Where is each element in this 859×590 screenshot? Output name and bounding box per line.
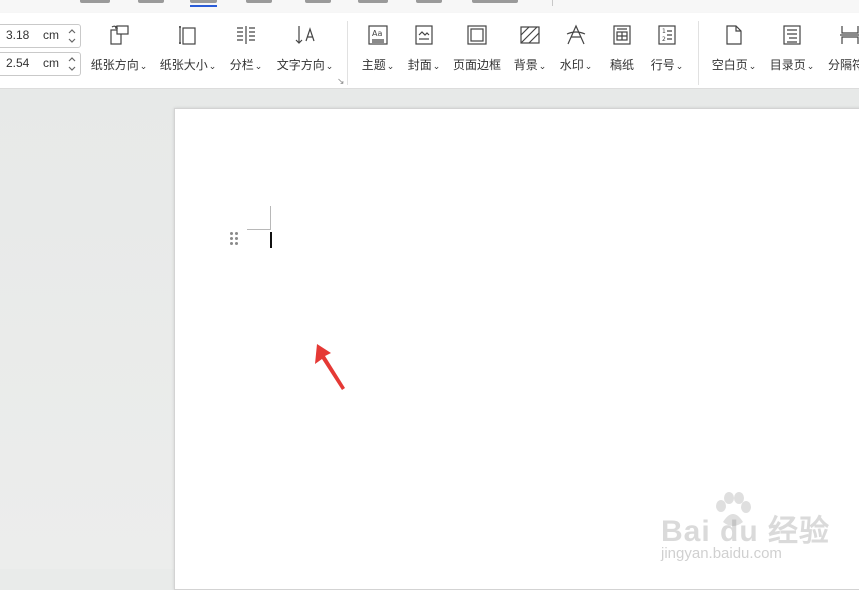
chevron-down-icon: ⌄: [675, 61, 684, 71]
chevron-down-icon: ⌄: [806, 61, 815, 71]
top-margin-field[interactable]: 3.18 cm: [0, 24, 81, 48]
spinner-icon[interactable]: [66, 26, 78, 46]
menu-tab[interactable]: [358, 0, 388, 3]
menu-tab[interactable]: [305, 0, 331, 3]
red-pointer-arrow-icon: [315, 344, 345, 390]
toc-page-button[interactable]: 目录页⌄: [766, 13, 818, 88]
theme-label: 主题: [361, 58, 386, 72]
separator-label: 分隔符: [828, 58, 859, 72]
separator-button[interactable]: 分隔符: [826, 13, 859, 88]
watermark-label: 水印: [559, 58, 584, 72]
paragraph-drag-handle-icon[interactable]: [230, 232, 238, 246]
paper-size-label: 纸张大小: [159, 58, 208, 72]
svg-text:Aa: Aa: [372, 29, 382, 38]
bottom-margin-field[interactable]: 2.54 cm: [0, 52, 81, 76]
spinner-icon[interactable]: [66, 54, 78, 74]
chevron-down-icon: ⌄: [208, 61, 217, 71]
text-direction-label: 文字方向: [276, 58, 325, 72]
blank-page-icon: [726, 25, 742, 45]
columns-icon: [237, 26, 255, 44]
page-border-label: 页面边框: [452, 58, 501, 72]
top-margin-value[interactable]: 3.18: [6, 28, 29, 42]
blank-page-label: 空白页: [711, 58, 748, 72]
svg-text:2: 2: [662, 36, 666, 43]
text-direction-icon: [295, 26, 315, 44]
top-margin-unit: cm: [43, 28, 59, 42]
menu-tab-strip: [0, 0, 859, 13]
baidu-jingyan-watermark: Bai du 经验 jingyan.baidu.com: [661, 492, 831, 572]
columns-button[interactable]: 分栏⌄: [226, 13, 266, 88]
chevron-down-icon: ⌄: [538, 61, 547, 71]
chevron-down-icon: ⌄: [254, 61, 263, 71]
manuscript-paper-button[interactable]: 稿纸: [603, 13, 641, 88]
page-border-icon: [467, 25, 487, 45]
chevron-down-icon: ⌄: [139, 61, 148, 71]
cover-icon: [415, 25, 433, 45]
chevron-down-icon: ⌄: [325, 61, 334, 71]
text-cursor: [270, 232, 272, 248]
paper-orientation-label: 纸张方向: [90, 58, 139, 72]
separator-icon: [840, 26, 859, 44]
active-tab-indicator: [190, 5, 217, 7]
manuscript-paper-icon: [613, 25, 631, 45]
divider: [698, 21, 699, 85]
bottom-margin-value[interactable]: 2.54: [6, 56, 29, 70]
background-icon: [520, 26, 540, 44]
columns-label: 分栏: [229, 58, 254, 72]
menu-tab[interactable]: [416, 0, 442, 3]
text-direction-button[interactable]: 文字方向⌄: [274, 13, 336, 88]
theme-button[interactable]: Aa 主题⌄: [358, 13, 398, 88]
menu-tab[interactable]: [246, 0, 272, 3]
line-number-button[interactable]: 12 行号⌄: [647, 13, 687, 88]
divider: [552, 0, 553, 6]
menu-tab[interactable]: [472, 0, 518, 3]
line-number-label: 行号: [650, 58, 675, 72]
cover-button[interactable]: 封面⌄: [404, 13, 444, 88]
divider: [347, 21, 348, 85]
svg-text:1: 1: [662, 28, 666, 35]
watermark-icon: [566, 24, 586, 45]
paper-size-button[interactable]: 纸张大小⌄: [157, 13, 219, 88]
chevron-down-icon: ⌄: [584, 61, 593, 71]
margin-crop-mark: [270, 206, 271, 230]
document-workspace[interactable]: Bai du 经验 jingyan.baidu.com: [0, 89, 859, 590]
menu-tab-page-layout[interactable]: [190, 0, 217, 3]
paper-orientation-icon: [110, 25, 129, 45]
paper-size-icon: [179, 26, 196, 45]
watermark-button[interactable]: 水印⌄: [555, 13, 597, 88]
theme-icon: Aa: [368, 25, 388, 45]
cover-label: 封面: [407, 58, 432, 72]
page-border-button[interactable]: 页面边框: [450, 13, 504, 88]
toc-page-label: 目录页: [769, 58, 806, 72]
chevron-down-icon: ⌄: [432, 61, 441, 71]
menu-tab[interactable]: [80, 0, 110, 3]
menu-tab[interactable]: [138, 0, 164, 3]
chevron-down-icon: ⌄: [748, 61, 757, 71]
margin-crop-mark: [247, 229, 271, 230]
dialog-launcher-icon[interactable]: ↘: [337, 76, 345, 87]
watermark-brand-text: Bai du 经验: [661, 515, 831, 548]
paper-orientation-button[interactable]: 纸张方向⌄: [88, 13, 150, 88]
line-number-icon: 12: [658, 25, 676, 45]
manuscript-paper-label: 稿纸: [609, 58, 634, 72]
ribbon-toolbar: 3.18 cm 2.54 cm 纸张方向⌄ 纸张大小⌄ 分栏⌄ 文字方向⌄ ↘: [0, 13, 859, 89]
toc-page-icon: [783, 25, 801, 45]
bottom-margin-unit: cm: [43, 56, 59, 70]
document-page[interactable]: Bai du 经验 jingyan.baidu.com: [174, 108, 859, 590]
watermark-url: jingyan.baidu.com: [661, 545, 782, 562]
background-label: 背景: [513, 58, 538, 72]
background-button[interactable]: 背景⌄: [509, 13, 551, 88]
chevron-down-icon: ⌄: [386, 61, 395, 71]
blank-page-button[interactable]: 空白页⌄: [709, 13, 759, 88]
